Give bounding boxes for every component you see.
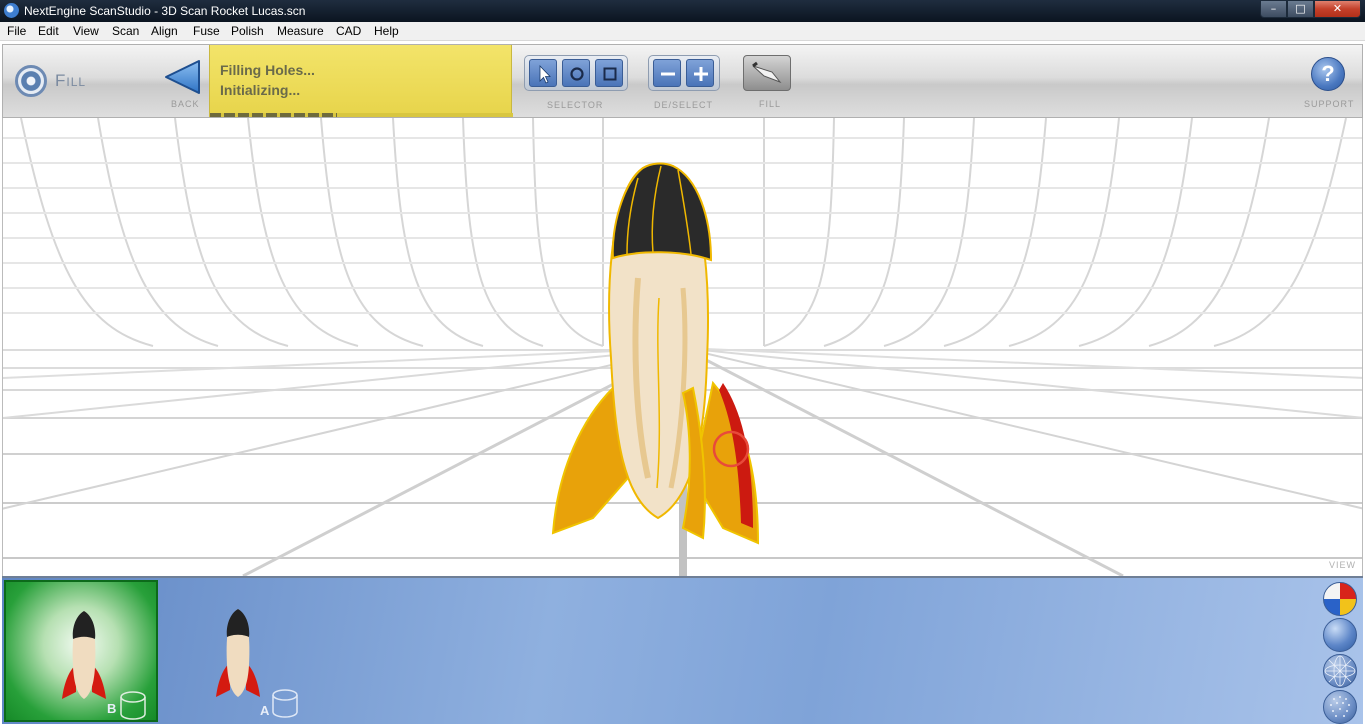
progress-bar [210, 113, 513, 117]
scan-thumbnail-a[interactable]: A [166, 580, 320, 722]
scan-thumbnail-b[interactable]: B [4, 580, 158, 722]
window-title: NextEngine ScanStudio - 3D Scan Rocket L… [24, 4, 306, 18]
minimize-button[interactable]: – [1260, 0, 1287, 18]
support-caption: Support [1304, 99, 1355, 109]
circle-select-button[interactable] [562, 59, 590, 87]
scan-thumbnail-strip: B A [2, 576, 1363, 724]
points-icon [1330, 696, 1350, 717]
view-label: View [1328, 560, 1356, 570]
maximize-button[interactable]: □ [1287, 0, 1314, 18]
fill-button[interactable] [743, 55, 791, 91]
status-line-1: Filling Holes... [220, 62, 315, 78]
menu-edit[interactable]: Edit [38, 24, 59, 38]
select-add-button[interactable] [686, 59, 714, 87]
wireframe-icon [1324, 655, 1356, 687]
cylinder-icon [272, 689, 298, 718]
plus-icon [694, 67, 708, 81]
title-bar: NextEngine ScanStudio - 3D Scan Rocket L… [0, 0, 1365, 22]
help-icon: ? [1321, 61, 1335, 86]
toolbar: Fill Back Filling Holes... Initializing.… [2, 44, 1363, 118]
menu-polish[interactable]: Polish [231, 24, 264, 38]
menu-fuse[interactable]: Fuse [193, 24, 220, 38]
circle-select-icon [570, 67, 584, 81]
back-button[interactable]: Back [163, 55, 203, 113]
menu-measure[interactable]: Measure [277, 24, 324, 38]
menu-help[interactable]: Help [374, 24, 399, 38]
status-line-2: Initializing... [220, 82, 301, 98]
back-caption: Back [171, 99, 200, 109]
status-panel: Filling Holes... Initializing... [209, 45, 513, 117]
selector-group: Selector [524, 55, 628, 110]
menu-align[interactable]: Align [151, 24, 178, 38]
rect-select-icon [603, 67, 617, 81]
close-button[interactable]: ✕ [1314, 0, 1361, 18]
rocket-thumbnail-icon [62, 611, 106, 699]
menu-bar: File Edit View Scan Align Fuse Polish Me… [0, 22, 1365, 41]
menu-file[interactable]: File [7, 24, 26, 38]
support-button[interactable]: ? [1311, 57, 1345, 91]
menu-view[interactable]: View [73, 24, 99, 38]
progress-fill [210, 113, 338, 117]
3d-viewport[interactable]: View [2, 118, 1363, 576]
smooth-render-icon[interactable] [1323, 618, 1357, 652]
wireframe-render-icon[interactable] [1323, 654, 1357, 688]
points-render-icon[interactable] [1323, 690, 1357, 724]
deselect-button[interactable] [653, 59, 681, 87]
selector-caption: Selector [547, 100, 604, 110]
fill-mode-icon[interactable] [15, 65, 47, 97]
color-render-icon[interactable] [1323, 582, 1357, 616]
rect-select-button[interactable] [595, 59, 623, 87]
deselect-caption: De/Select [654, 100, 714, 110]
deselect-group: De/Select [648, 55, 720, 110]
pointer-select-icon [539, 65, 551, 84]
mode-label: Fill [55, 71, 87, 90]
cylinder-icon [120, 691, 146, 720]
fill-trowel-icon [752, 61, 782, 84]
thumbnail-letter-a: A [260, 703, 270, 718]
rocket-thumbnail-icon [216, 609, 260, 697]
back-arrow-icon [165, 60, 200, 94]
thumbnail-letter-b: B [107, 701, 117, 716]
rocket-model[interactable] [543, 158, 773, 558]
menu-cad[interactable]: CAD [336, 24, 361, 38]
app-icon[interactable] [4, 3, 19, 18]
pointer-select-button[interactable] [529, 59, 557, 87]
fill-caption: Fill [759, 99, 782, 109]
minus-icon [661, 72, 675, 76]
menu-scan[interactable]: Scan [112, 24, 139, 38]
